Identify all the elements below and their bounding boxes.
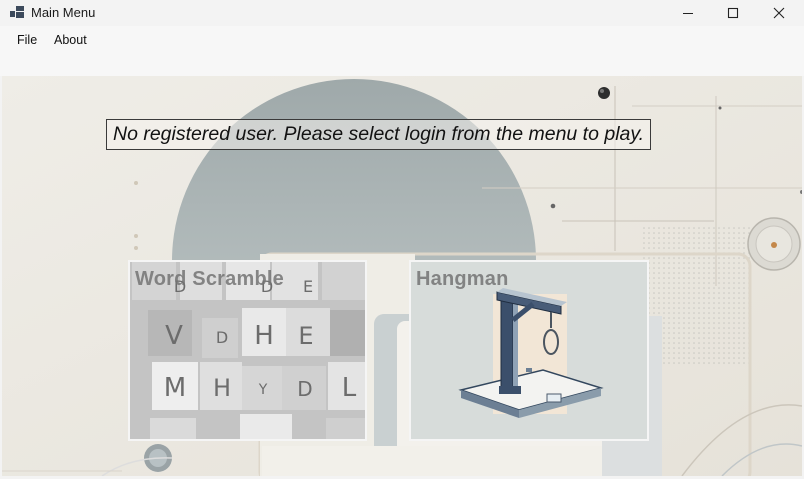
app-icon	[10, 6, 24, 18]
tile-letter: V	[165, 321, 183, 351]
tile-letter: Y	[258, 382, 268, 398]
menu-about[interactable]: About	[52, 33, 89, 47]
maximize-icon	[727, 7, 739, 19]
main-panel: No registered user. Please select login …	[2, 76, 802, 476]
hangman-button[interactable]: Hangman	[409, 260, 649, 441]
tile-letter: D	[216, 328, 228, 347]
tile-letter: E	[303, 277, 313, 296]
status-message: No registered user. Please select login …	[106, 119, 652, 150]
word-scramble-button[interactable]: D D E V D H E M H Y D L Word Scramble	[128, 260, 367, 441]
word-scramble-title: Word Scramble	[135, 268, 284, 290]
close-button[interactable]	[756, 0, 802, 26]
close-icon	[773, 7, 785, 19]
tile-letter: E	[298, 322, 313, 350]
menu-file[interactable]: File	[15, 33, 39, 47]
minimize-icon	[683, 13, 693, 14]
hangman-title: Hangman	[416, 268, 509, 290]
window-title: Main Menu	[31, 5, 96, 20]
tile-letter: H	[213, 374, 231, 402]
maximize-button[interactable]	[710, 0, 756, 26]
tile-letter: L	[342, 373, 357, 403]
tile-letter: H	[254, 321, 274, 351]
menu-bar: File About	[0, 26, 804, 76]
minimize-button[interactable]	[665, 0, 711, 26]
title-bar: Main Menu	[0, 0, 804, 26]
tile-letter: M	[164, 373, 186, 403]
tile-letter: D	[297, 377, 312, 401]
